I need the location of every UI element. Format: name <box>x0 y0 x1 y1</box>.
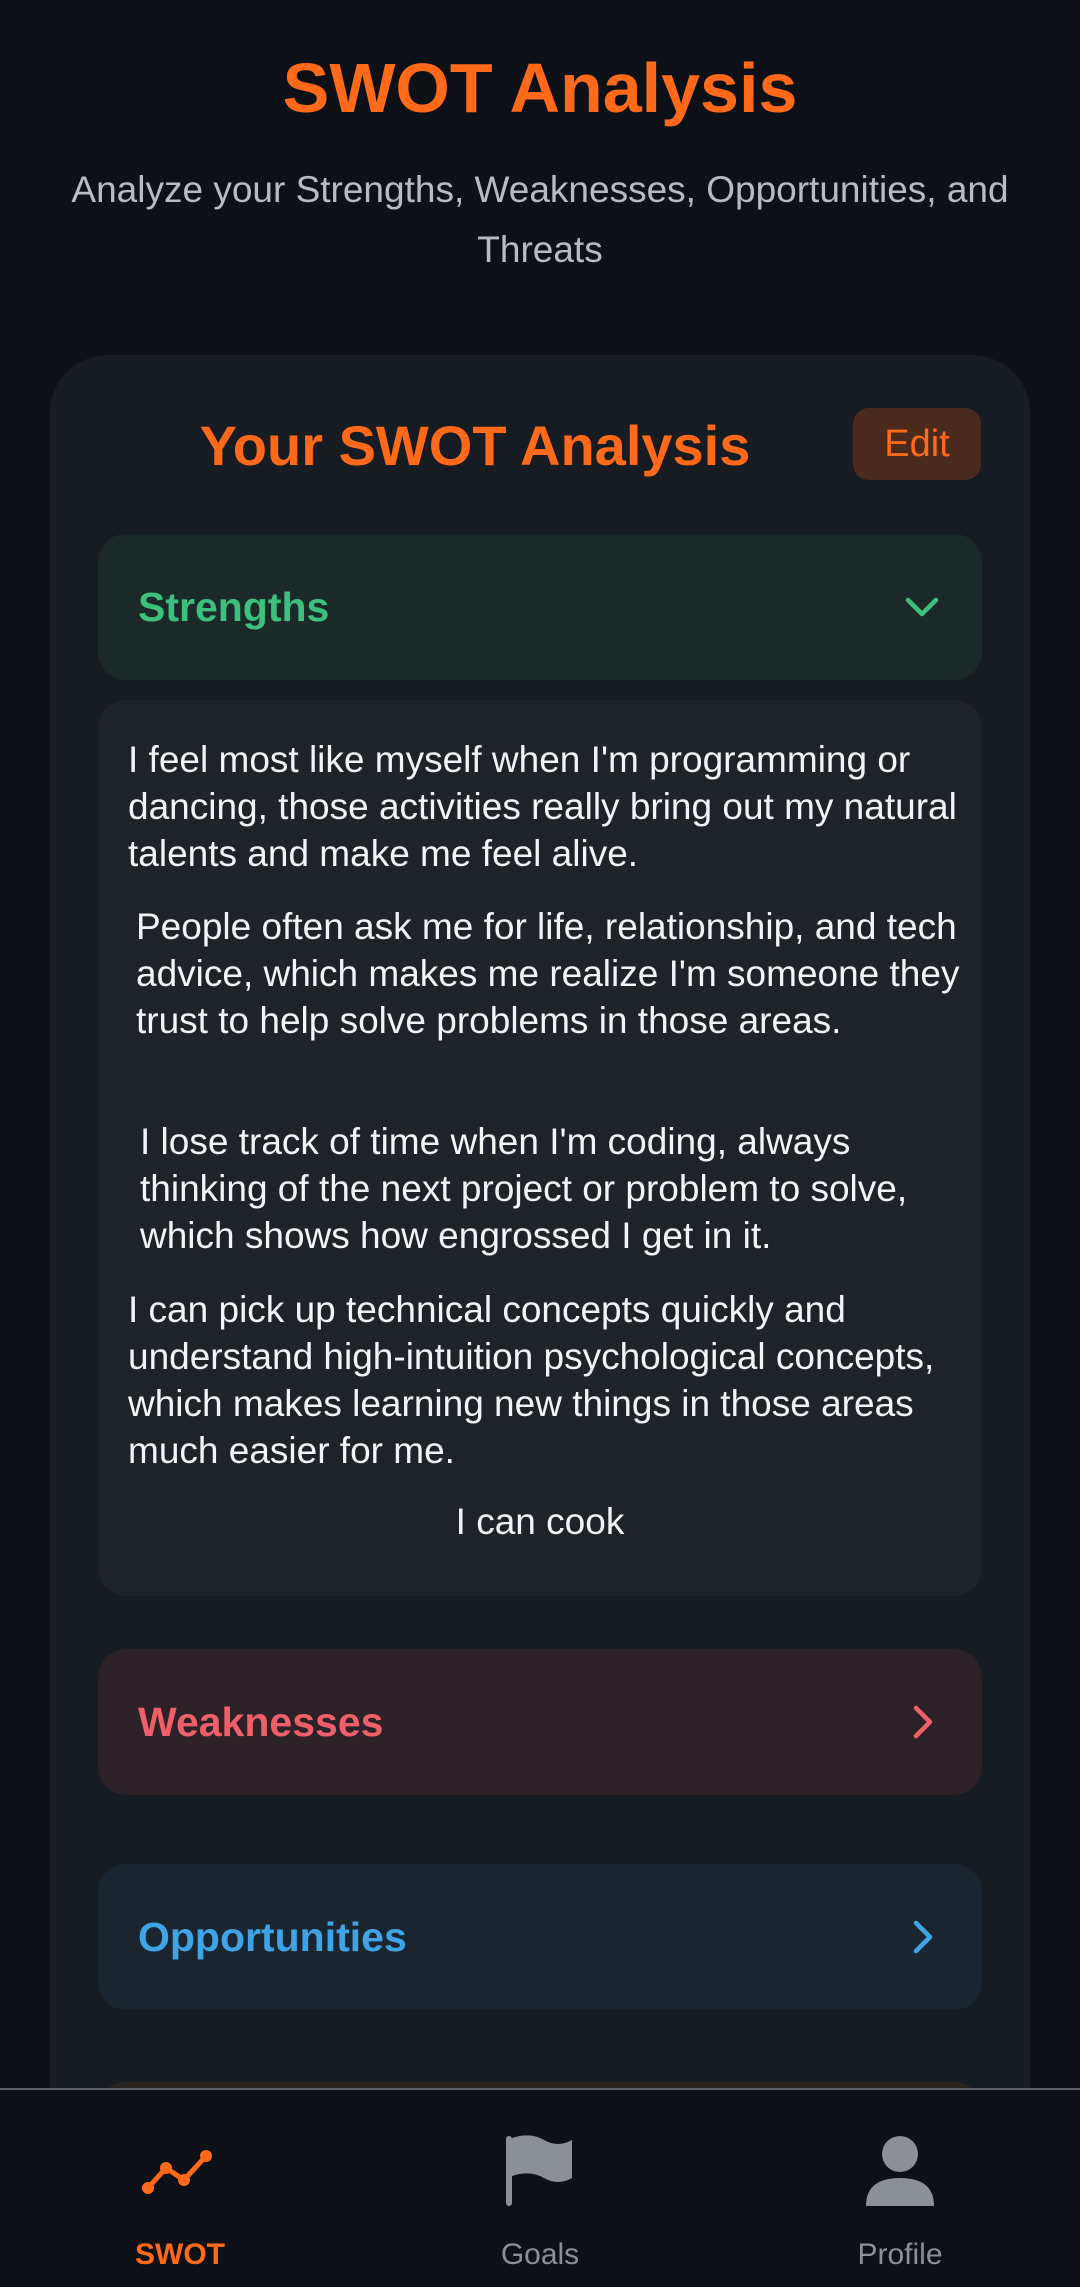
nav-item-swot[interactable]: SWOT <box>80 2090 280 2287</box>
nav-label-profile: Profile <box>857 2238 943 2271</box>
weaknesses-section-header[interactable]: Weaknesses <box>98 1649 982 1795</box>
nav-item-profile[interactable]: Profile <box>800 2090 1000 2287</box>
chevron-down-icon <box>905 597 939 617</box>
edit-button[interactable]: Edit <box>853 408 981 480</box>
page-subtitle: Analyze your Strengths, Weaknesses, Oppo… <box>71 169 1009 270</box>
strength-item: People often ask me for life, relationsh… <box>136 906 960 1041</box>
nav-label-swot: SWOT <box>135 2238 225 2271</box>
opportunities-label: Opportunities <box>138 1914 407 1960</box>
strength-item: I can pick up technical concepts quickly… <box>128 1289 935 1471</box>
strength-item: I lose track of time when I'm coding, al… <box>140 1121 908 1256</box>
opportunities-section-header[interactable]: Opportunities <box>98 1864 982 2010</box>
trend-line-icon <box>142 2150 212 2194</box>
chevron-right-icon <box>913 1705 933 1739</box>
nav-label-goals: Goals <box>500 2238 580 2271</box>
bottom-nav: SWOT Goals Profile <box>0 2088 1080 2287</box>
chevron-right-icon <box>913 1920 933 1954</box>
weaknesses-label: Weaknesses <box>138 1699 384 1745</box>
strength-item: I can cook <box>455 1501 625 1542</box>
card-title: Your SWOT Analysis <box>199 414 751 477</box>
strengths-label: Strengths <box>138 584 330 630</box>
flag-icon <box>506 2135 572 2206</box>
nav-item-goals[interactable]: Goals <box>440 2090 640 2287</box>
strengths-section-header[interactable]: Strengths <box>98 534 982 680</box>
strength-item: I feel most like myself when I'm program… <box>128 739 957 874</box>
page-title: SWOT Analysis <box>282 49 798 127</box>
user-icon <box>866 2136 934 2206</box>
